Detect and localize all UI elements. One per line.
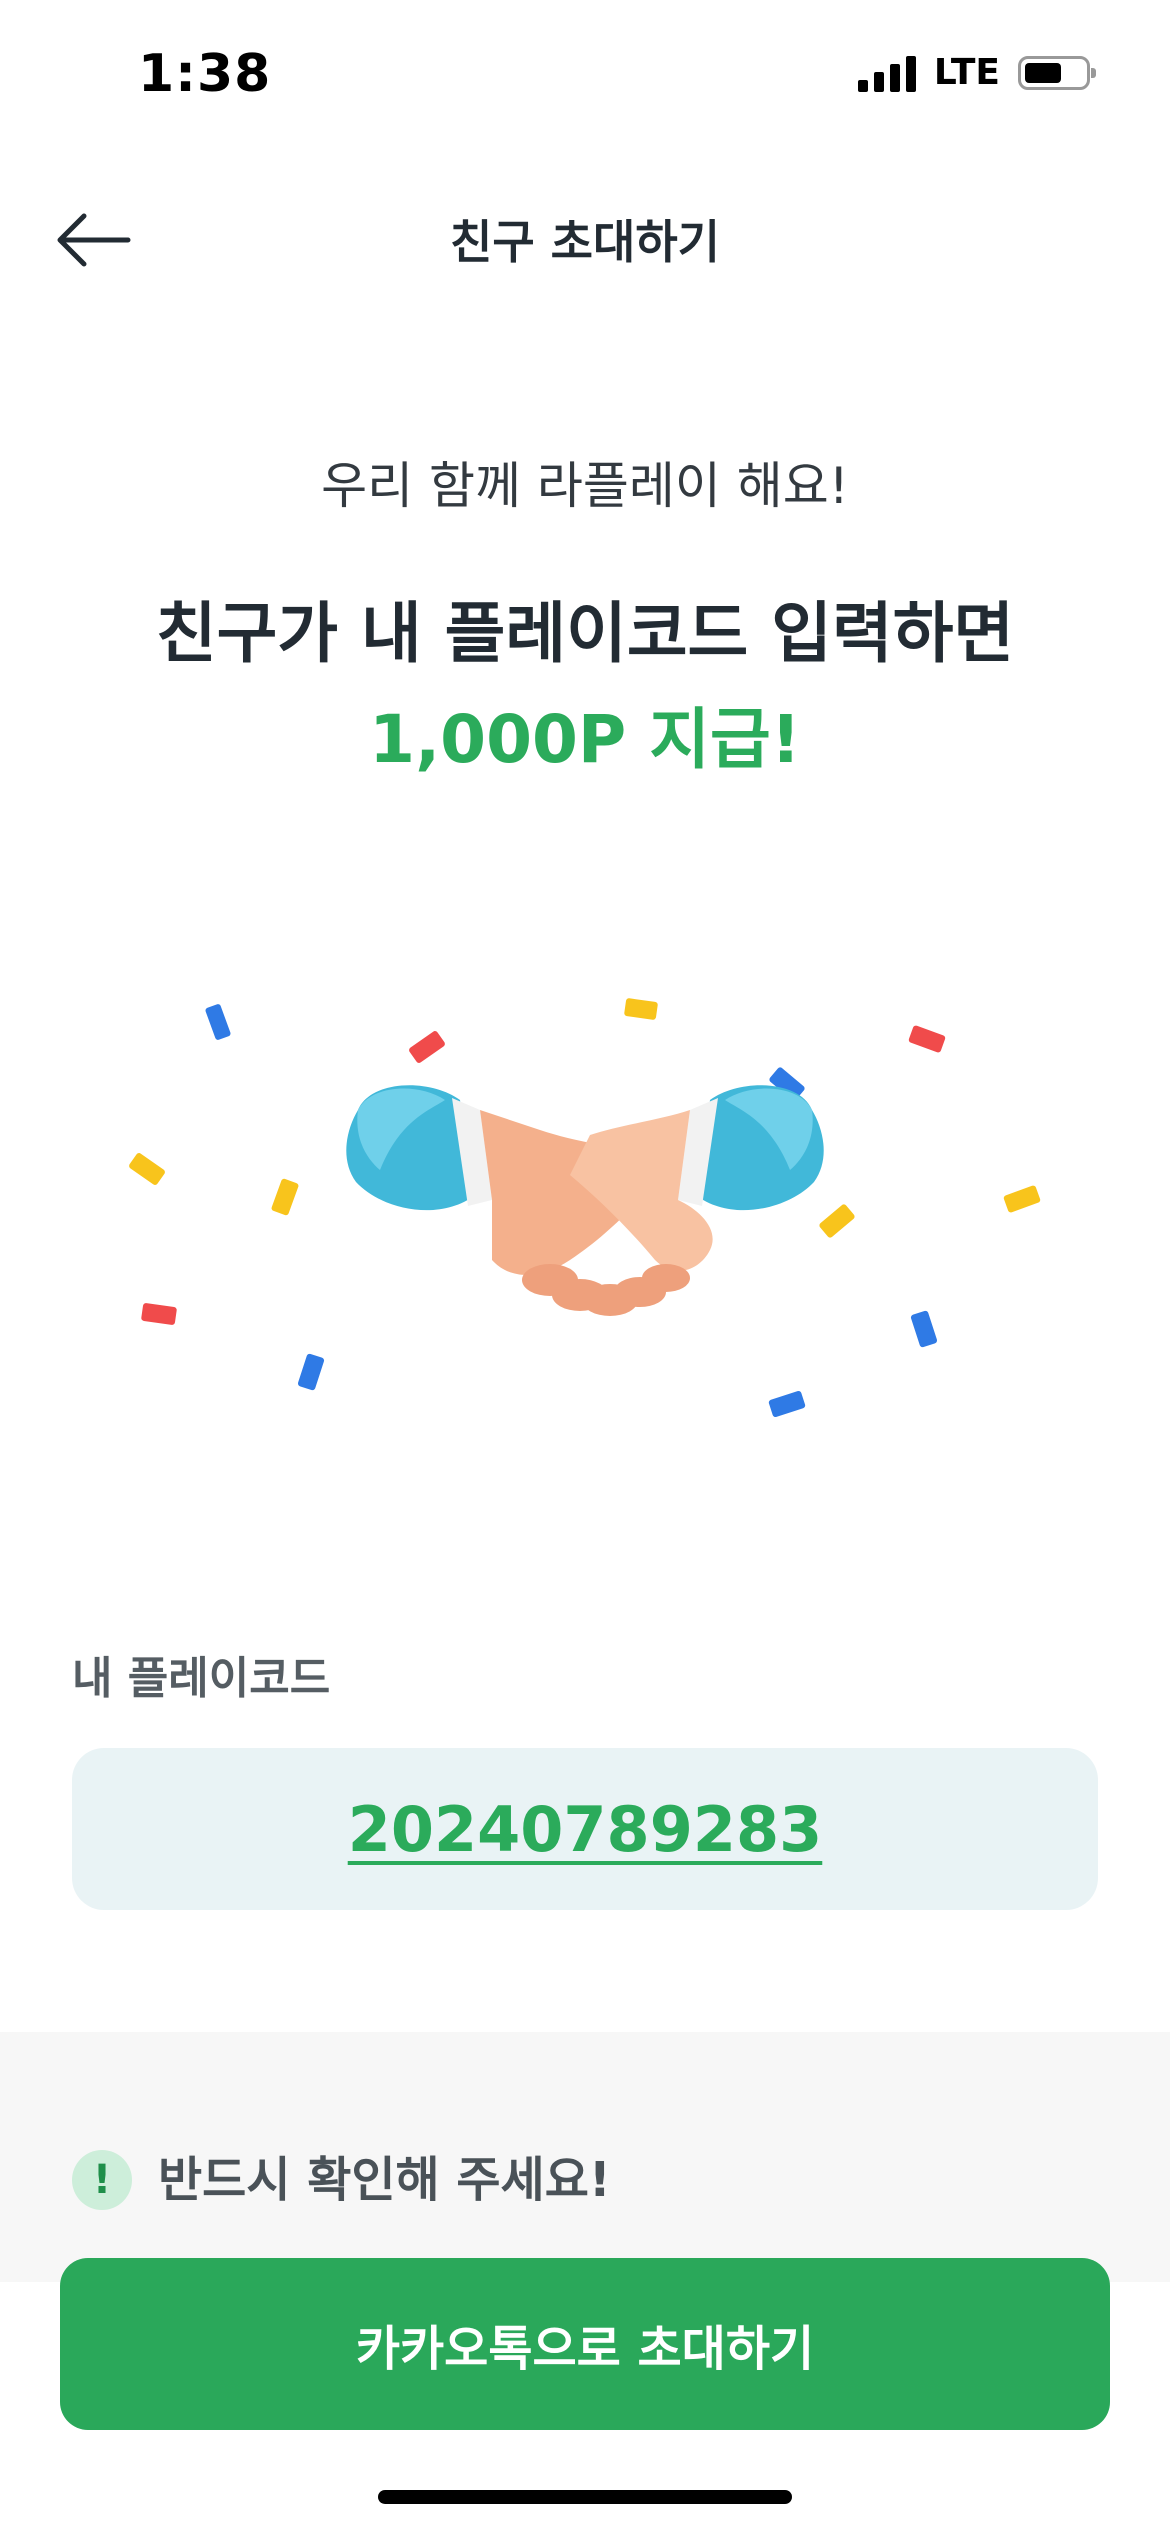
page-title: 친구 초대하기 [450,215,720,269]
kakao-invite-label: 카카오톡으로 초대하기 [355,2321,815,2377]
handshake-illustration [129,998,1041,1418]
reward-text: 1,000P 지급! [369,701,801,778]
exclamation-icon: ! [72,2150,132,2210]
my-code-label: 내 플레이코드 [72,1653,331,1704]
hero-headline: 친구가 내 플레이코드 입력하면 [155,595,1015,672]
notice-text: 반드시 확인해 주세요! [158,2152,611,2208]
signal-icon [857,54,916,92]
battery-icon [1018,55,1096,90]
hero-subtitle: 우리 함께 라플레이 해요! [321,457,849,515]
network-label: LTE [933,52,1000,93]
my-code-value[interactable]: 20240789283 [348,1793,823,1866]
home-indicator[interactable] [378,2490,792,2504]
status-time: 1:38 [138,44,272,104]
fingers [522,1264,690,1316]
kakao-invite-button[interactable]: 카카오톡으로 초대하기 [60,2258,1110,2430]
my-code-box[interactable]: 20240789283 [72,1748,1098,1910]
status-indicators: LTE [857,52,1096,93]
right-hand [570,1085,824,1271]
